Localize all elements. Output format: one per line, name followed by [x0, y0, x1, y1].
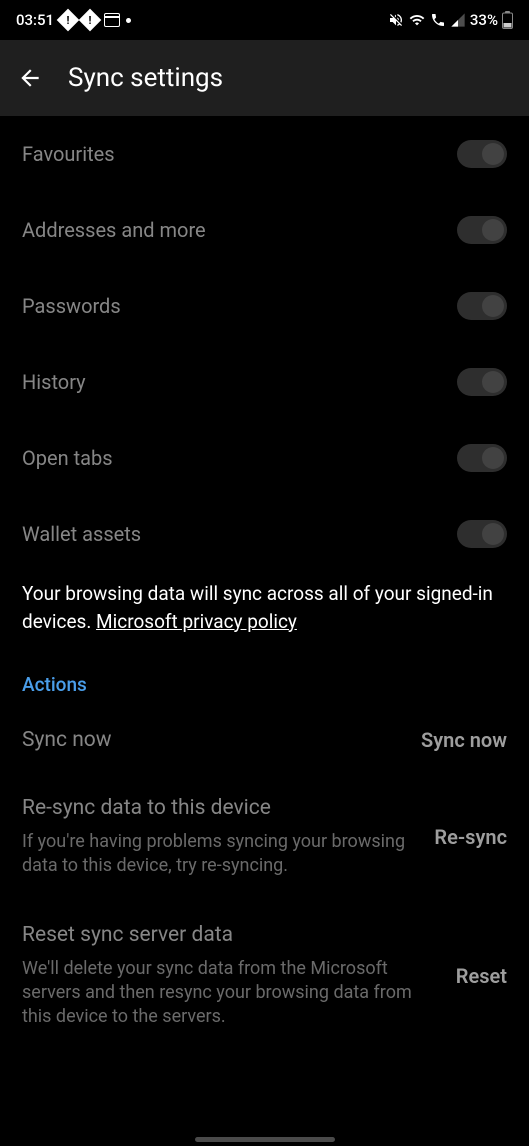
status-time: 03:51: [16, 11, 54, 29]
alert-icon: [82, 12, 98, 28]
toggle-switch[interactable]: [457, 140, 507, 168]
toggle-switch[interactable]: [457, 368, 507, 396]
action-reset: Reset sync server data We'll delete your…: [0, 901, 529, 1052]
toggle-label: Addresses and more: [22, 218, 206, 242]
toggle-label: Wallet assets: [22, 522, 141, 546]
calendar-icon: [104, 13, 120, 27]
toggle-open-tabs[interactable]: Open tabs: [0, 420, 529, 496]
toggle-history[interactable]: History: [0, 344, 529, 420]
app-bar: Sync settings: [0, 40, 529, 116]
sync-info-text: Your browsing data will sync across all …: [0, 572, 529, 651]
toggle-switch[interactable]: [457, 520, 507, 548]
status-bar: 03:51 33%: [0, 0, 529, 40]
back-button[interactable]: [16, 64, 44, 92]
actions-header: Actions: [0, 651, 529, 706]
battery-percent: 33%: [470, 11, 498, 29]
reset-button[interactable]: Reset: [456, 964, 507, 988]
toggle-wallet-assets[interactable]: Wallet assets: [0, 496, 529, 572]
toggle-switch[interactable]: [457, 216, 507, 244]
action-sync-now: Sync now Sync now: [0, 706, 529, 774]
home-indicator[interactable]: [195, 1137, 335, 1142]
toggle-label: Favourites: [22, 142, 115, 166]
action-desc: If you're having problems syncing your b…: [22, 830, 414, 879]
status-right: 33%: [388, 11, 513, 29]
toggle-label: History: [22, 370, 86, 394]
toggle-label: Open tabs: [22, 446, 113, 470]
action-title: Sync now: [22, 728, 401, 752]
toggle-passwords[interactable]: Passwords: [0, 268, 529, 344]
toggle-switch[interactable]: [457, 292, 507, 320]
more-notifications-dot: [126, 18, 131, 23]
signal-icon: [450, 12, 466, 28]
action-desc: We'll delete your sync data from the Mic…: [22, 957, 436, 1030]
page-title: Sync settings: [68, 63, 223, 93]
battery-icon: [502, 11, 513, 29]
toggle-switch[interactable]: [457, 444, 507, 472]
action-title: Re-sync data to this device: [22, 796, 414, 820]
wifi-calling-icon: [430, 12, 446, 28]
toggle-favourites[interactable]: Favourites: [0, 116, 529, 192]
toggle-label: Passwords: [22, 294, 121, 318]
status-left: 03:51: [16, 11, 131, 29]
toggle-addresses[interactable]: Addresses and more: [0, 192, 529, 268]
action-resync: Re-sync data to this device If you're ha…: [0, 774, 529, 901]
back-arrow-icon: [17, 65, 43, 91]
content: Favourites Addresses and more Passwords …: [0, 116, 529, 1052]
resync-button[interactable]: Re-sync: [434, 825, 507, 849]
sync-now-button[interactable]: Sync now: [421, 728, 507, 752]
alert-icon: [60, 12, 76, 28]
mute-icon: [388, 12, 404, 28]
action-title: Reset sync server data: [22, 923, 436, 947]
wifi-icon: [408, 12, 426, 28]
privacy-policy-link[interactable]: Microsoft privacy policy: [96, 610, 297, 633]
